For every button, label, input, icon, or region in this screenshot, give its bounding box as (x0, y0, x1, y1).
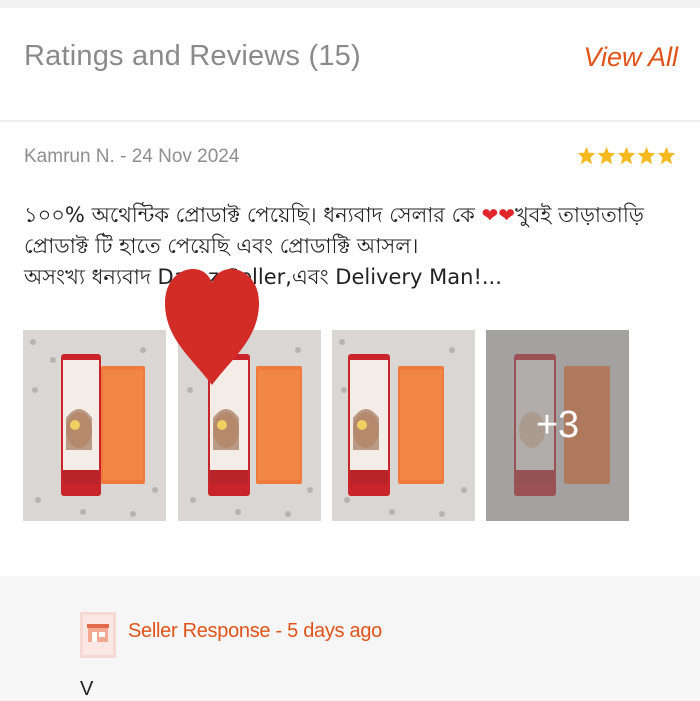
heart-sticker-icon (165, 269, 259, 385)
top-strip (0, 0, 700, 8)
product-photo (332, 330, 475, 521)
star-icon (597, 146, 616, 165)
review-line-3: অসংখ্য ধন্যবাদ Daraz Seller,এবং Delivery… (24, 265, 502, 289)
rating-stars (577, 146, 676, 165)
seller-response-text: V (80, 678, 94, 700)
seller-response-label: Seller Response - 5 days ago (128, 620, 382, 642)
review-image-1[interactable] (23, 330, 166, 521)
review-line-1-end: খুবই তাড়াতাড়ি (515, 203, 644, 227)
review-image-4[interactable]: +3 (486, 330, 629, 521)
star-icon (637, 146, 656, 165)
review-image-3[interactable] (332, 330, 475, 521)
view-all-link[interactable]: View All (583, 42, 678, 73)
store-icon (80, 612, 116, 658)
reviews-title: Ratings and Reviews (15) (24, 40, 361, 72)
star-icon (577, 146, 596, 165)
star-icon (657, 146, 676, 165)
heart-emoji-icon: ❤❤ (481, 203, 516, 227)
more-images-count[interactable]: +3 (486, 330, 629, 521)
product-photo (23, 330, 166, 521)
star-icon (617, 146, 636, 165)
review-line-1: ১০০% অথেন্টিক প্রোডাক্ট পেয়েছি। ধন্যবাদ… (24, 200, 684, 231)
divider (0, 120, 700, 122)
review-line-1-text: ১০০% অথেন্টিক প্রোডাক্ট পেয়েছি। ধন্যবাদ… (24, 203, 482, 227)
review-line-2: প্রোডাক্ট টি হাতে পেয়েছি এবং প্রোডাক্টি… (24, 234, 419, 258)
review-text: ১০০% অথেন্টিক প্রোডাক্ট পেয়েছি। ধন্যবাদ… (24, 200, 684, 293)
review-author-date: Kamrun N. - 24 Nov 2024 (24, 146, 240, 167)
